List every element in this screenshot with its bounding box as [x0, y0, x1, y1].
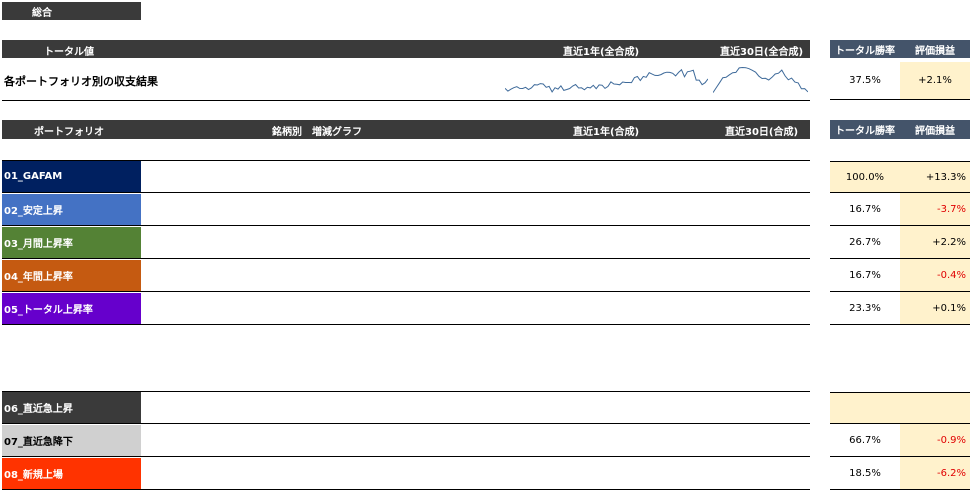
- portfolio-header-bars: 銘柄別 増減グラフ: [272, 127, 362, 138]
- total-col-30d: 直近30日(全合成): [720, 47, 804, 58]
- winrate-value: 66.7%: [849, 434, 881, 446]
- portfolio-header-pl-label: 評価損益: [915, 126, 955, 137]
- total-winrate: 37.5%: [830, 62, 900, 100]
- portfolio-label-cell[interactable]: 06_直近急上昇: [2, 392, 141, 423]
- pl-cell: [900, 392, 970, 424]
- total-sparkline-30d: [713, 66, 808, 93]
- winrate-value: 26.7%: [849, 236, 881, 248]
- total-col-1y: 直近1年(全合成): [563, 47, 640, 58]
- pl-value: -0.9%: [936, 434, 966, 446]
- portfolio-label-cell[interactable]: 04_年間上昇率: [2, 260, 141, 291]
- winrate-cell: 23.3%: [830, 292, 900, 325]
- winrate-value: 16.7%: [849, 203, 881, 215]
- pl-cell: -6.2%: [900, 457, 970, 490]
- portfolio-header-label: ポートフォリオ: [34, 127, 104, 138]
- sparkline-path: [713, 66, 808, 93]
- total-pl: +2.1%: [900, 62, 970, 100]
- portfolio-label: 03_月間上昇率: [4, 239, 73, 250]
- portfolio-row[interactable]: 08_新規上場 18.5% -6.2%: [0, 457, 971, 490]
- total-row-bottom-line: [2, 100, 810, 101]
- winrate-value: 23.3%: [849, 302, 881, 314]
- total-header-label: トータル値: [44, 47, 94, 58]
- winrate-cell: [830, 392, 900, 424]
- portfolio-header-pl: 評価損益: [900, 120, 970, 139]
- portfolio-label: 02_安定上昇: [4, 206, 63, 217]
- pl-cell: +0.1%: [900, 292, 970, 325]
- portfolio-label-cell[interactable]: 02_安定上昇: [2, 194, 141, 225]
- portfolio-label: 01_GAFAM: [4, 171, 63, 182]
- portfolio-row[interactable]: 03_月間上昇率 26.7% +2.2%: [0, 226, 971, 259]
- winrate-cell: 100.0%: [830, 161, 900, 193]
- portfolio-label-cell[interactable]: 07_直近急降下: [2, 425, 141, 456]
- total-col-pl-label: 評価損益: [915, 45, 955, 57]
- winrate-value: 100.0%: [845, 171, 885, 183]
- portfolio-label: 07_直近急降下: [4, 437, 73, 448]
- portfolio-label-cell[interactable]: 03_月間上昇率: [2, 227, 141, 258]
- pl-value: +13.3%: [925, 171, 966, 183]
- summary-tab-label: 総合: [32, 7, 52, 19]
- total-col-winrate: トータル勝率: [830, 40, 900, 58]
- portfolio-header-winrate-label: トータル勝率: [835, 126, 895, 137]
- winrate-value: 16.7%: [849, 269, 881, 281]
- portfolio-row[interactable]: 04_年間上昇率 16.7% -0.4%: [0, 259, 971, 292]
- row-bottom-line: [2, 324, 810, 325]
- pl-value: -6.2%: [936, 467, 966, 479]
- portfolio-label: 06_直近急上昇: [4, 404, 73, 415]
- portfolio-row[interactable]: 06_直近急上昇: [0, 391, 971, 424]
- portfolio-label: 05_トータル上昇率: [4, 305, 93, 316]
- pl-value: -0.4%: [936, 269, 966, 281]
- portfolio-header-1y: 直近1年(合成): [573, 127, 640, 138]
- portfolio-label: 08_新規上場: [4, 470, 63, 481]
- winrate-cell: 18.5%: [830, 457, 900, 490]
- portfolio-header-bar: [2, 120, 810, 139]
- portfolio-row[interactable]: 02_安定上昇 16.7% -3.7%: [0, 193, 971, 226]
- portfolio-label: 04_年間上昇率: [4, 272, 73, 283]
- total-pl-value: +2.1%: [918, 75, 952, 86]
- pl-cell: -0.9%: [900, 424, 970, 457]
- summary-tab[interactable]: 総合: [2, 2, 141, 20]
- portfolio-row[interactable]: 07_直近急降下 66.7% -0.9%: [0, 424, 971, 457]
- winrate-cell: 16.7%: [830, 193, 900, 226]
- portfolio-label-cell[interactable]: 05_トータル上昇率: [2, 293, 141, 324]
- winrate-value: 18.5%: [849, 467, 881, 479]
- pl-cell: -0.4%: [900, 259, 970, 292]
- pl-cell: +13.3%: [900, 161, 970, 193]
- row-bottom-line: [2, 489, 810, 490]
- pl-value: -3.7%: [936, 203, 966, 215]
- total-header-bar: [2, 40, 810, 58]
- sparkline-path: [505, 68, 708, 93]
- winrate-cell: 66.7%: [830, 424, 900, 457]
- total-winrate-value: 37.5%: [849, 75, 881, 86]
- portfolio-label-cell[interactable]: 08_新規上場: [2, 458, 141, 489]
- pl-cell: -3.7%: [900, 193, 970, 226]
- winrate-cell: 16.7%: [830, 259, 900, 292]
- portfolio-header-winrate: トータル勝率: [830, 120, 900, 139]
- pl-value: +0.1%: [932, 302, 966, 314]
- winrate-cell: 26.7%: [830, 226, 900, 259]
- portfolio-header-30d: 直近30日(合成): [725, 127, 799, 138]
- portfolio-row[interactable]: 05_トータル上昇率 23.3% +0.1%: [0, 292, 971, 325]
- total-sparkline-1y: [505, 68, 708, 93]
- total-col-winrate-label: トータル勝率: [835, 45, 895, 57]
- portfolio-row[interactable]: 01_GAFAM 100.0% +13.3%: [0, 160, 971, 193]
- pl-value: +2.2%: [932, 236, 966, 248]
- pl-cell: +2.2%: [900, 226, 970, 259]
- total-col-pl: 評価損益: [900, 40, 970, 58]
- total-row-label: 各ポートフォリオ別の収支結果: [4, 75, 158, 88]
- portfolio-label-cell[interactable]: 01_GAFAM: [2, 161, 141, 192]
